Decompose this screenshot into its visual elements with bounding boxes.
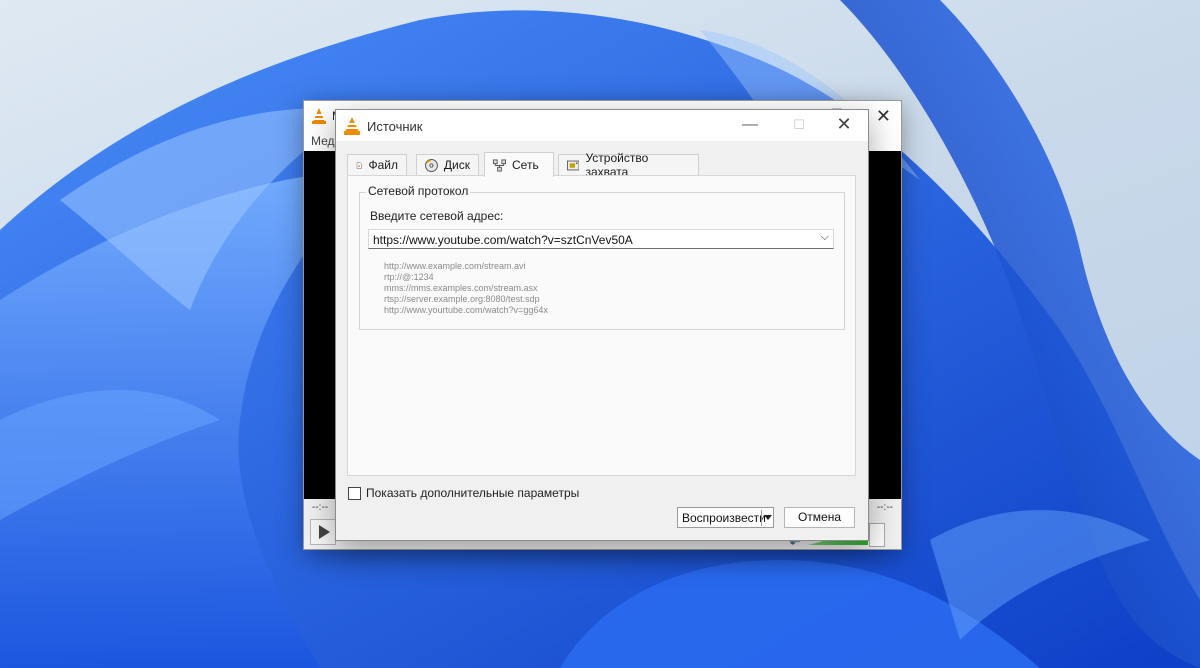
show-more-checkbox[interactable] bbox=[348, 486, 361, 500]
fullscreen-button[interactable] bbox=[869, 523, 885, 547]
tab-file-label: Файл bbox=[368, 158, 398, 172]
example-url: http://www.yourtube.com/watch?v=gg64x bbox=[384, 305, 548, 315]
play-button-label: Воспроизвести bbox=[682, 511, 766, 525]
network-icon bbox=[493, 158, 506, 172]
capture-device-icon bbox=[567, 160, 580, 170]
tab-network[interactable]: Сеть bbox=[484, 152, 554, 177]
group-title: Сетевой протокол bbox=[366, 184, 471, 198]
show-more-options[interactable]: Показать дополнительные параметры bbox=[348, 486, 579, 500]
open-media-dialog: Источник — ☐ ✕ Файл Диск Сеть Устройство… bbox=[335, 109, 869, 541]
file-icon bbox=[356, 161, 362, 169]
url-examples: http://www.example.com/stream.avi rtp://… bbox=[384, 261, 548, 316]
disc-icon bbox=[425, 158, 438, 172]
example-url: mms://mms.examples.com/stream.asx bbox=[384, 283, 538, 293]
show-more-label: Показать дополнительные параметры bbox=[366, 486, 580, 500]
vlc-cone-icon bbox=[312, 108, 326, 124]
maximize-icon: ☐ bbox=[793, 117, 805, 132]
chevron-down-icon[interactable]: ⌵ bbox=[821, 231, 829, 244]
address-label: Введите сетевой адрес: bbox=[370, 209, 504, 223]
network-url-combobox[interactable]: https://www.youtube.com/watch?v=sztCnVev… bbox=[368, 229, 834, 249]
tab-disc[interactable]: Диск bbox=[416, 154, 479, 175]
minimize-icon[interactable]: — bbox=[738, 116, 762, 134]
total-time: --:-- bbox=[876, 502, 893, 513]
play-icon bbox=[319, 525, 330, 539]
cancel-button[interactable]: Отмена bbox=[784, 507, 855, 528]
example-url: rtp://@:1234 bbox=[384, 272, 434, 282]
play-button[interactable] bbox=[310, 519, 336, 545]
network-url-value[interactable]: https://www.youtube.com/watch?v=sztCnVev… bbox=[373, 233, 633, 247]
dropdown-arrow-icon[interactable] bbox=[764, 515, 772, 520]
vlc-cone-icon bbox=[344, 117, 360, 135]
example-url: rtsp://server.example.org:8080/test.sdp bbox=[384, 294, 540, 304]
tab-capture-device[interactable]: Устройство захвата bbox=[558, 151, 699, 179]
network-tab-panel: Сетевой протокол Введите сетевой адрес: … bbox=[347, 175, 856, 476]
example-url: http://www.example.com/stream.avi bbox=[384, 261, 526, 271]
play-split-button[interactable]: Воспроизвести bbox=[677, 507, 774, 528]
tab-file[interactable]: Файл bbox=[347, 154, 407, 175]
close-icon[interactable]: ✕ bbox=[832, 114, 856, 135]
network-protocol-group: Сетевой протокол Введите сетевой адрес: … bbox=[359, 184, 845, 330]
split-divider bbox=[761, 510, 762, 526]
dialog-title-bar: Источник — ☐ ✕ bbox=[336, 110, 868, 141]
elapsed-time: --:-- bbox=[312, 502, 329, 513]
tab-disc-label: Диск bbox=[443, 158, 470, 172]
tab-network-label: Сеть bbox=[512, 158, 539, 172]
main-close-icon[interactable]: ✕ bbox=[876, 106, 891, 127]
dialog-title: Источник bbox=[367, 119, 423, 134]
